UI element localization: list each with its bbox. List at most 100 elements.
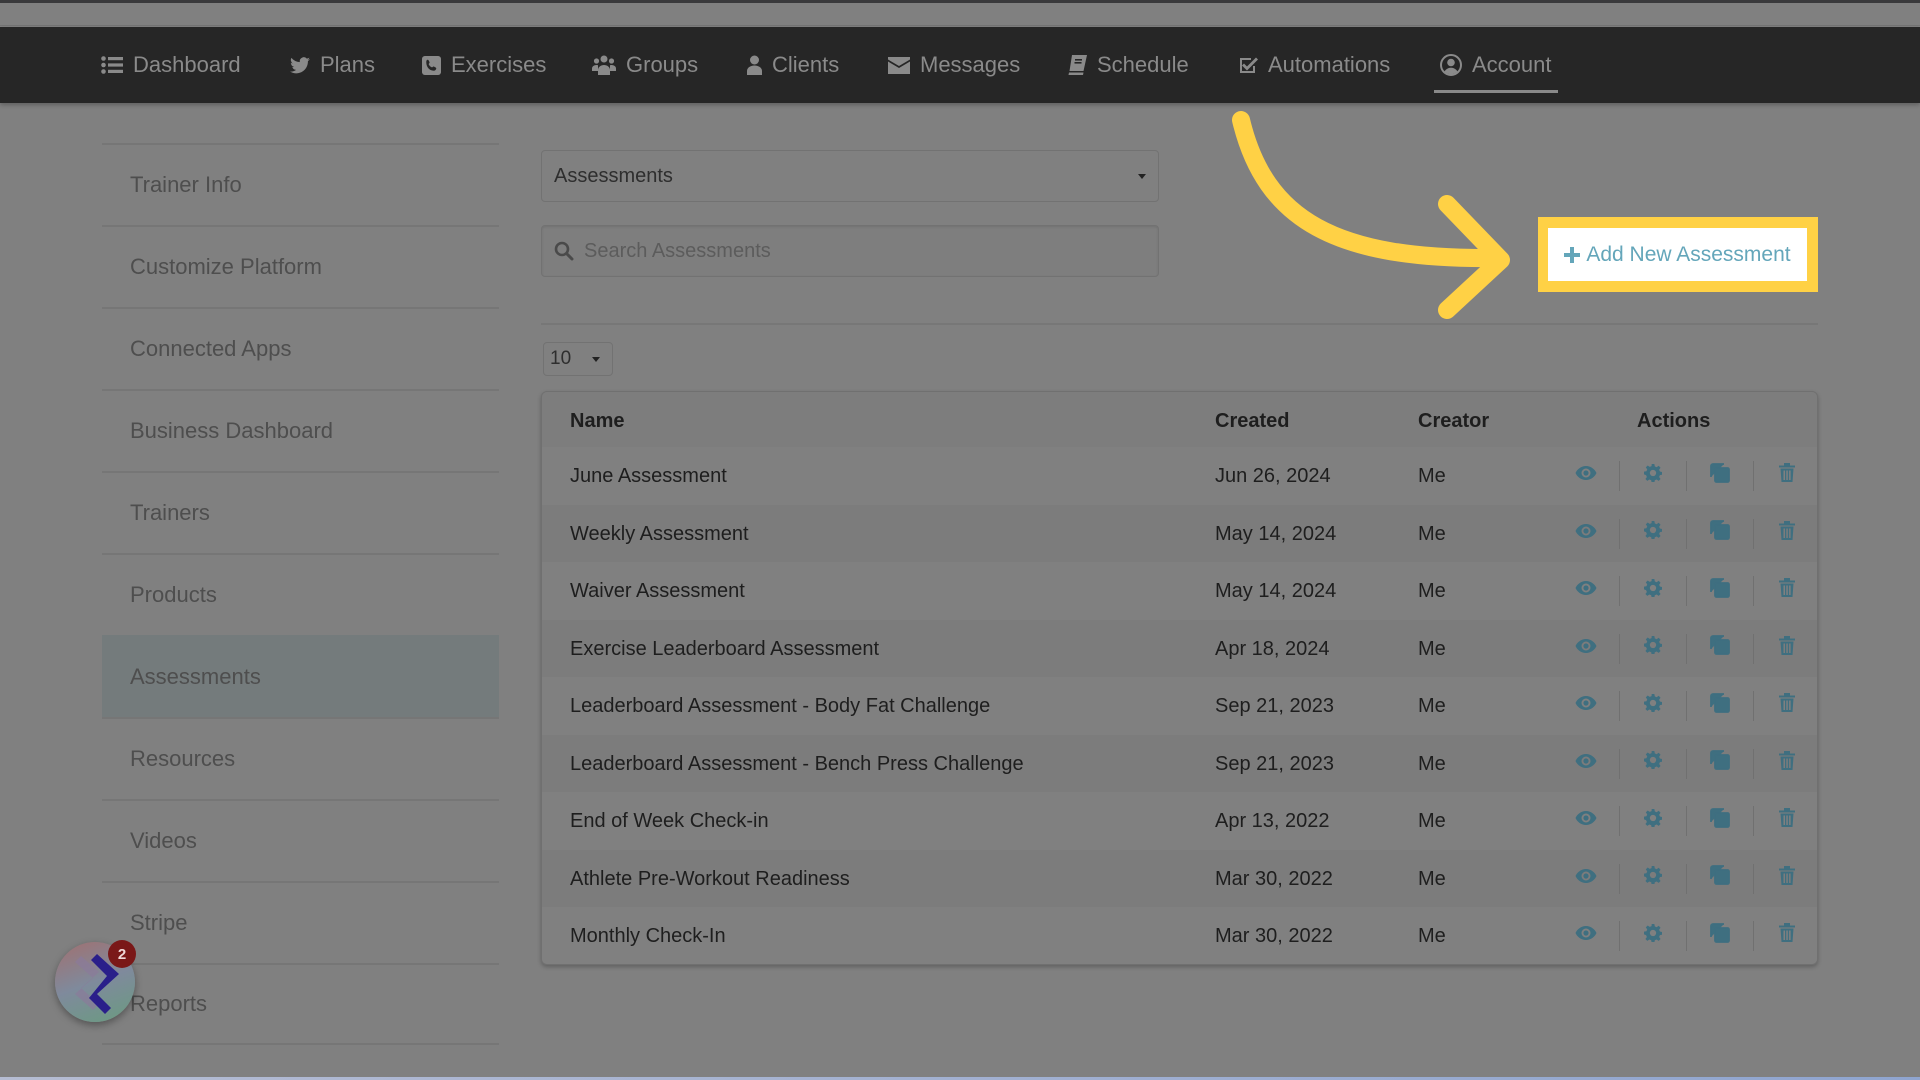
page-size-select[interactable]: 10 [543,342,613,376]
view-button[interactable] [1552,447,1619,505]
sidebar-item-trainers[interactable]: Trainers [102,471,499,553]
nav-dashboard[interactable]: Dashboard [101,27,241,103]
nav-label: Groups [626,52,699,77]
trash-icon [1778,578,1795,603]
assessment-name[interactable]: Athlete Pre-Workout Readiness [570,868,850,891]
assessment-name[interactable]: Leaderboard Assessment - Bench Press Cha… [570,753,1024,776]
settings-button[interactable] [1619,562,1686,620]
assessment-name[interactable]: June Assessment [570,465,727,488]
nav-account[interactable]: Account [1434,27,1557,103]
sidebar-item-customize-platform[interactable]: Customize Platform [102,225,499,307]
view-button[interactable] [1552,562,1619,620]
nav-groups[interactable]: Groups [592,27,698,103]
nav-plans[interactable]: Plans [290,27,375,103]
view-button[interactable] [1552,850,1619,908]
delete-button[interactable] [1753,907,1817,964]
settings-button[interactable] [1619,792,1686,850]
view-button[interactable] [1552,677,1619,735]
settings-button[interactable] [1619,850,1686,908]
duplicate-button[interactable] [1686,447,1753,505]
table-row: Waiver Assessment May 14, 2024 Me [542,562,1817,620]
settings-button[interactable] [1619,620,1686,678]
table-row: Athlete Pre-Workout Readiness Mar 30, 202… [542,849,1817,908]
row-actions [1552,907,1817,964]
settings-button[interactable] [1619,735,1686,793]
nav-clients[interactable]: Clients [747,27,839,103]
duplicate-button[interactable] [1686,850,1753,908]
nav-messages[interactable]: Messages [888,27,1020,103]
assessment-name[interactable]: Weekly Assessment [570,523,749,546]
delete-button[interactable] [1753,505,1817,563]
duplicate-button[interactable] [1686,907,1753,964]
duplicate-button[interactable] [1686,677,1753,735]
assessment-name[interactable]: End of Week Check-in [570,810,769,833]
copy-icon [1709,865,1730,891]
nav-label: Plans [320,52,376,77]
header-created[interactable]: Created [1215,410,1289,433]
settings-button[interactable] [1619,505,1686,563]
trash-icon [1778,463,1795,488]
list-icon [101,56,123,74]
trash-icon [1778,750,1795,776]
sidebar-item-reports[interactable]: Reports [102,963,499,1045]
view-button[interactable] [1552,735,1619,793]
table-header: Name Created Creator Actions [542,392,1817,447]
sidebar-item-connected-apps[interactable]: Connected Apps [102,307,499,389]
trash-icon [1778,520,1795,546]
assessment-creator: Me [1418,810,1446,832]
browser-bar [0,3,1920,26]
delete-button[interactable] [1753,677,1817,735]
gear-icon [1643,521,1662,545]
delete-button[interactable] [1753,620,1817,678]
assessment-creator: Me [1418,580,1446,602]
nav-exercises[interactable]: Exercises [422,27,546,103]
nav-automations[interactable]: Automations [1238,27,1390,103]
sidebar-item-trainer-info[interactable]: Trainer Info [102,143,499,225]
view-button[interactable] [1552,792,1619,850]
sidebar-item-business-dashboard[interactable]: Business Dashboard [102,389,499,471]
row-actions [1552,620,1817,678]
sidebar-item-label: Products [130,582,217,607]
nav-schedule[interactable]: Schedule [1068,27,1189,103]
delete-button[interactable] [1753,792,1817,850]
copy-icon [1709,635,1730,661]
duplicate-button[interactable] [1686,505,1753,563]
assessment-name[interactable]: Exercise Leaderboard Assessment [570,638,879,661]
search-field[interactable] [541,225,1159,277]
delete-button[interactable] [1753,735,1817,793]
sidebar-item-videos[interactable]: Videos [102,799,499,881]
sidebar-item-assessments[interactable]: Assessments [102,635,499,717]
nav-label: Account [1472,52,1552,77]
view-button[interactable] [1552,907,1619,964]
search-input[interactable] [584,239,1144,263]
assessment-name[interactable]: Monthly Check-In [570,925,726,948]
caret-down-icon [592,357,600,362]
nav-label: Dashboard [133,52,241,77]
view-button[interactable] [1552,620,1619,678]
assessment-created-date: Sep 21, 2023 [1215,695,1334,717]
delete-button[interactable] [1753,562,1817,620]
delete-button[interactable] [1753,447,1817,505]
duplicate-button[interactable] [1686,735,1753,793]
assessment-name[interactable]: Leaderboard Assessment - Body Fat Challe… [570,695,990,718]
settings-button[interactable] [1619,447,1686,505]
delete-button[interactable] [1753,850,1817,908]
content-type-select[interactable]: Assessments [541,150,1159,202]
sidebar-item-products[interactable]: Products [102,553,499,635]
view-button[interactable] [1552,505,1619,563]
settings-button[interactable] [1619,677,1686,735]
sidebar-item-label: Videos [130,828,197,853]
user-icon [747,55,762,75]
assessment-name[interactable]: Waiver Assessment [570,580,745,603]
header-creator[interactable]: Creator [1418,410,1489,433]
settings-button[interactable] [1619,907,1686,964]
duplicate-button[interactable] [1686,620,1753,678]
duplicate-button[interactable] [1686,792,1753,850]
duplicate-button[interactable] [1686,562,1753,620]
header-name[interactable]: Name [570,410,624,433]
sidebar-item-resources[interactable]: Resources [102,717,499,799]
sidebar-item-stripe[interactable]: Stripe [102,881,499,963]
assessment-creator: Me [1418,752,1446,775]
nav-label: Automations [1268,52,1391,77]
add-new-assessment-button[interactable]: Add New Assessment [1548,228,1807,281]
